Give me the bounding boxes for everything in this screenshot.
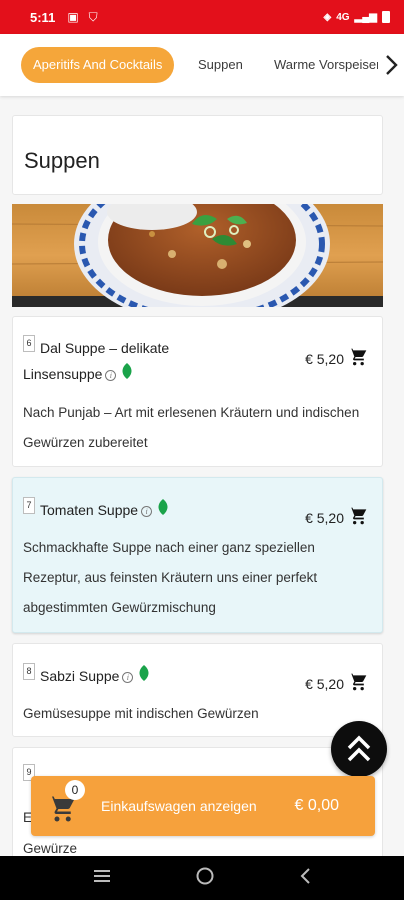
chevron-right-icon [386,55,398,75]
item-number: 6 [23,335,35,352]
back-chevron-icon [300,867,311,884]
shield-icon: ⛉ [88,9,98,24]
leaf-icon [121,362,133,388]
item-description-continued: Gewürze [23,841,78,856]
cart-icon [348,348,367,366]
item-title: Sabzi Suppe [40,668,120,684]
scroll-to-top-button[interactable] [331,721,387,777]
status-bar: 5:11 ▣ ⛉ ◈ 4G ▂▄▆ [0,0,404,34]
view-cart-button[interactable]: 0 Einkaufswagen anzeigen € 0,00 [31,776,375,836]
cart-icon [348,507,367,525]
system-nav-bar [0,856,404,900]
cart-icon [348,673,367,691]
cart-total: € 0,00 [294,797,339,814]
tab-warme-vorspeisen[interactable]: Warme Vorspeisen [274,47,383,83]
menu-item-7[interactable]: 7 Tomaten Suppe i € 5,20 Schmackhafte Supp… [12,477,383,633]
add-to-cart-button[interactable] [348,347,368,370]
double-chevron-up-icon [347,735,371,762]
add-to-cart-button[interactable] [348,672,368,695]
leaf-icon [157,498,169,524]
add-to-cart-button[interactable] [348,506,368,529]
item-title: Tomaten Suppe [40,502,139,518]
item-price: € 5,20 [305,675,344,692]
menu-item-8[interactable]: 8 Sabzi Suppe i € 5,20 Gemüsesuppe mit ind… [12,643,383,737]
leaf-icon [138,664,150,690]
item-description: Gemüsesuppe mit indischen Gewürzen [23,706,259,721]
section-image [12,204,383,307]
info-icon[interactable]: i [141,505,153,517]
category-tabs: Aperitifs And Cocktails Suppen Warme Vor… [0,34,404,96]
wifi-icon: ◈ [323,11,332,23]
item-title: Dal Suppe – delikate [40,340,170,356]
menu-lines-icon [93,869,110,882]
section-header: Suppen [12,115,383,195]
info-icon[interactable]: i [105,369,117,381]
info-icon[interactable]: i [122,671,134,683]
tab-suppen[interactable]: Suppen [198,47,243,83]
item-description: Nach Punjab – Art mit erlesenen Kräutern… [23,405,360,420]
item-description-continued: Gewürzen zubereitet [23,435,148,450]
circle-home-icon [196,867,214,884]
item-description-continued: abgestimmten Gewürzmischung [23,600,216,615]
back-button[interactable] [298,867,312,890]
item-number: 8 [23,663,35,680]
home-button[interactable] [195,866,215,891]
menu-item-6[interactable]: 6 Dal Suppe – delikate Linsensuppe i € 5,2… [12,316,383,467]
item-price: € 5,20 [305,350,344,367]
battery-icon [382,11,390,23]
item-description: Schmackhafte Suppe nach einer ganz spezi… [23,540,315,555]
item-description-continued: Rezeptur, aus feinsten Kräutern uns eine… [23,570,318,585]
tab-aperitifs[interactable]: Aperitifs And Cocktails [21,47,175,83]
signal-icon: ▂▄▆ [354,11,377,23]
cart-label: Einkaufswagen anzeigen [101,798,257,814]
network-type: 4G [336,11,350,23]
item-price: € 5,20 [305,509,344,526]
section-title: Suppen [24,148,100,173]
tabs-next-button[interactable] [378,34,404,96]
item-title-continued: Linsensuppe [23,366,103,382]
recent-apps-button[interactable] [92,868,112,889]
status-time: 5:11 [30,9,56,25]
notification-icon: ▣ [67,9,79,24]
cart-count-badge: 0 [65,780,85,800]
item-number: 7 [23,497,35,514]
soup-image [12,204,383,307]
